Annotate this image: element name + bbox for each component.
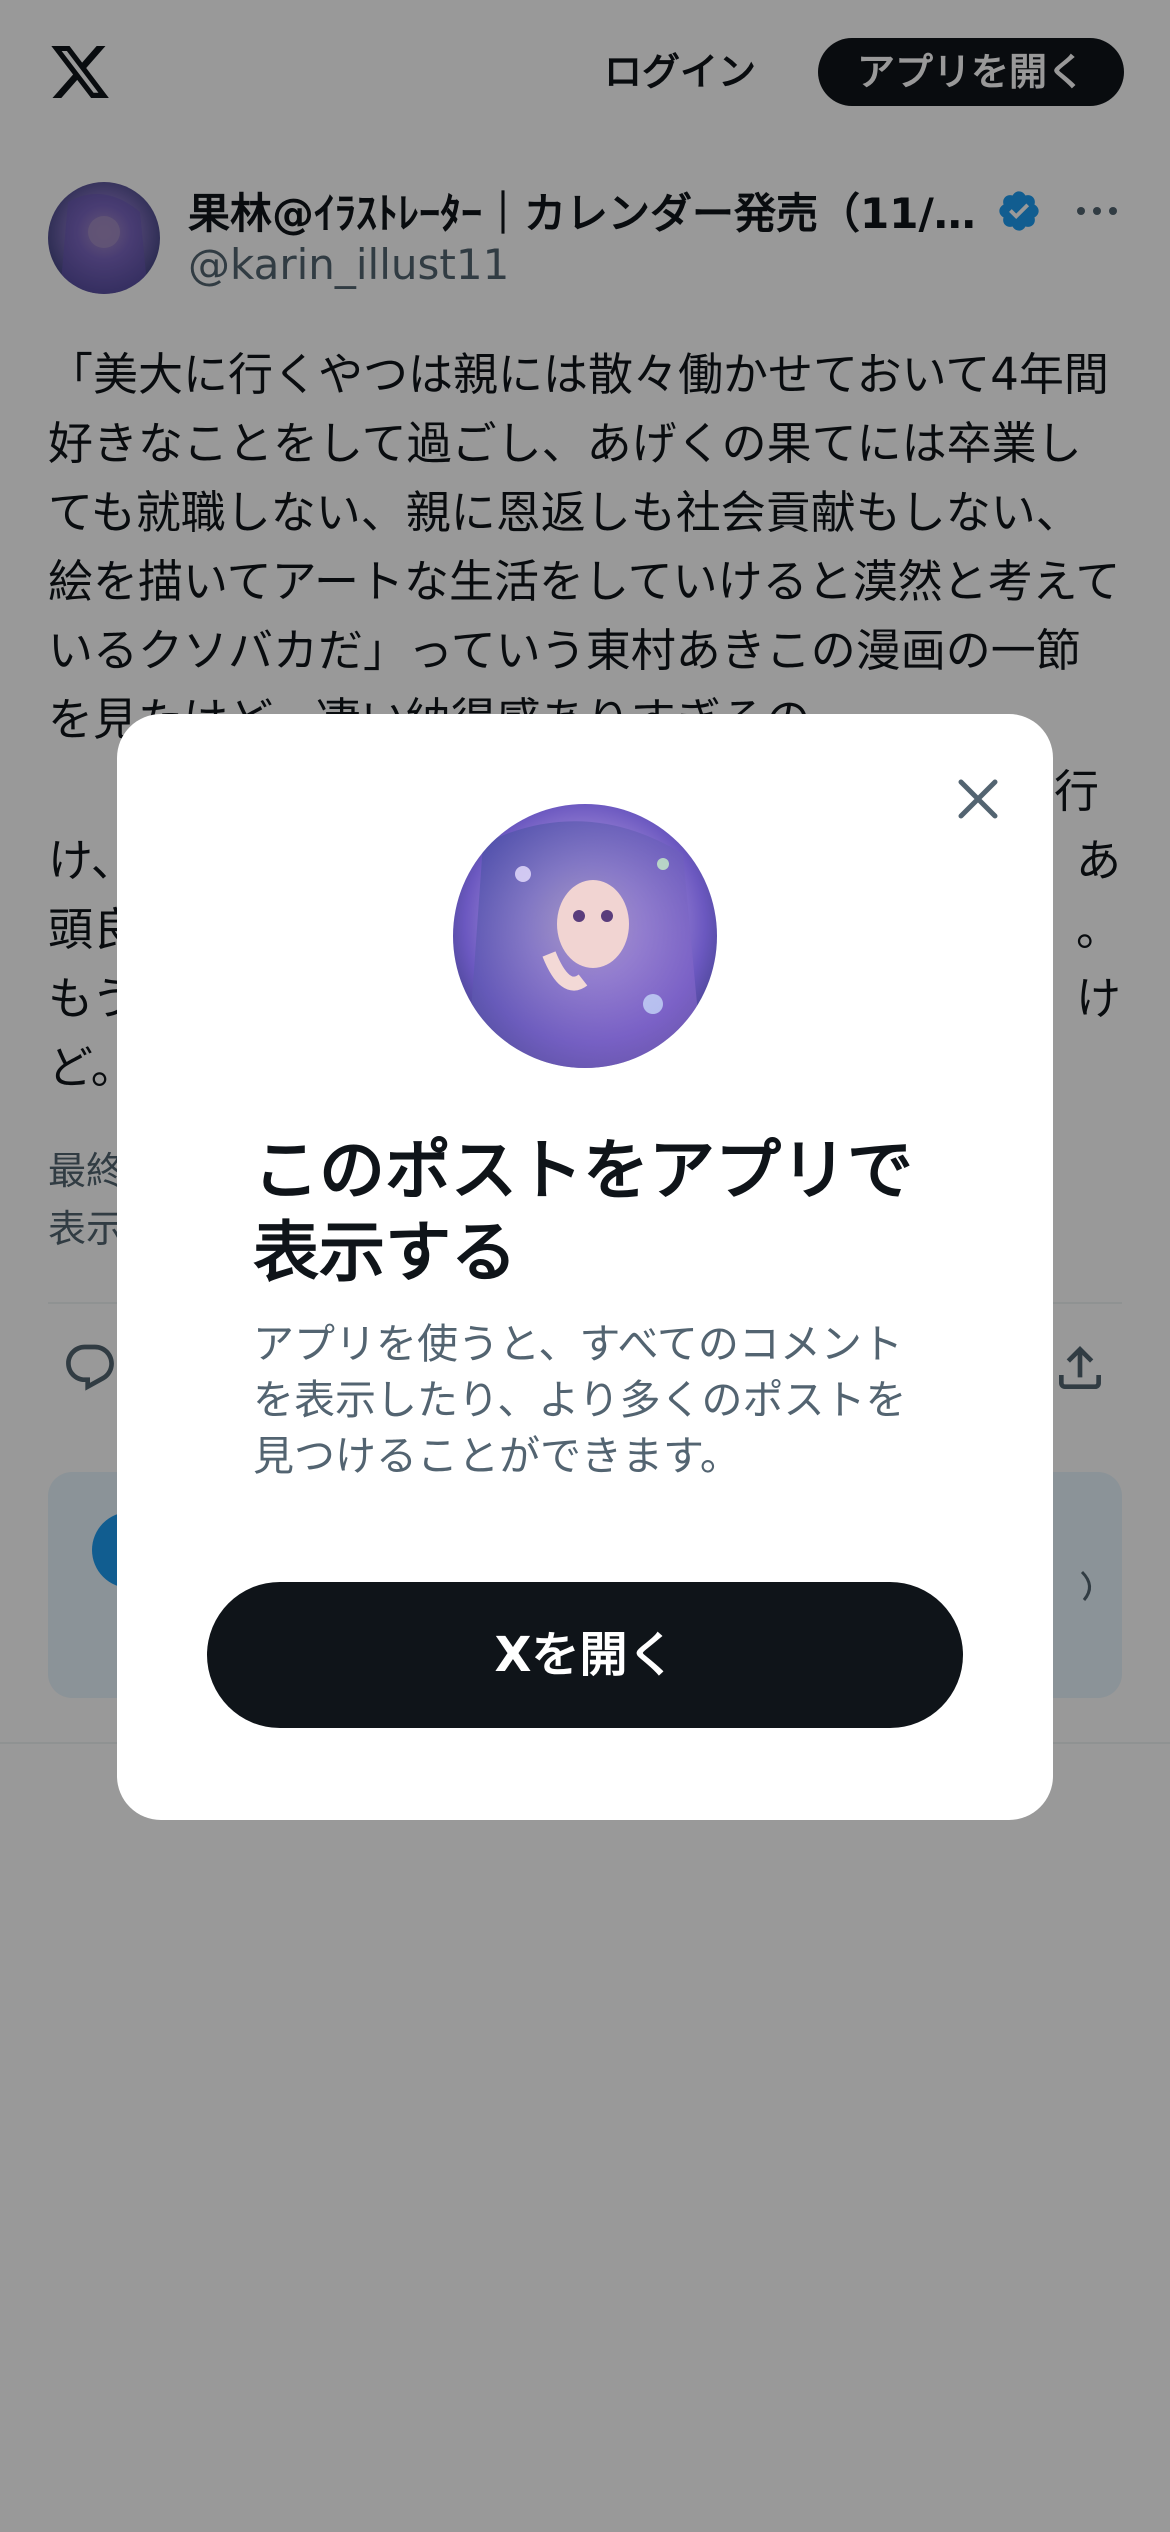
dialog-title: このポストをアプリで表示する — [253, 1132, 913, 1291]
open-x-button[interactable]: Xを開く — [207, 1582, 963, 1728]
close-icon[interactable] — [947, 768, 1009, 830]
author-avatar-large — [453, 804, 717, 1068]
page: ログイン アプリを開く 果林@ｲﾗｽﾄﾚｰﾀｰ｜カレンダー発売（11/1... … — [0, 0, 1170, 2532]
open-in-app-dialog: このポストをアプリで表示する アプリを使うと、すべてのコメントを表示したり、より… — [117, 714, 1053, 1820]
dialog-description: アプリを使うと、すべてのコメントを表示したり、より多くのポストを見つけることがで… — [253, 1320, 907, 1480]
